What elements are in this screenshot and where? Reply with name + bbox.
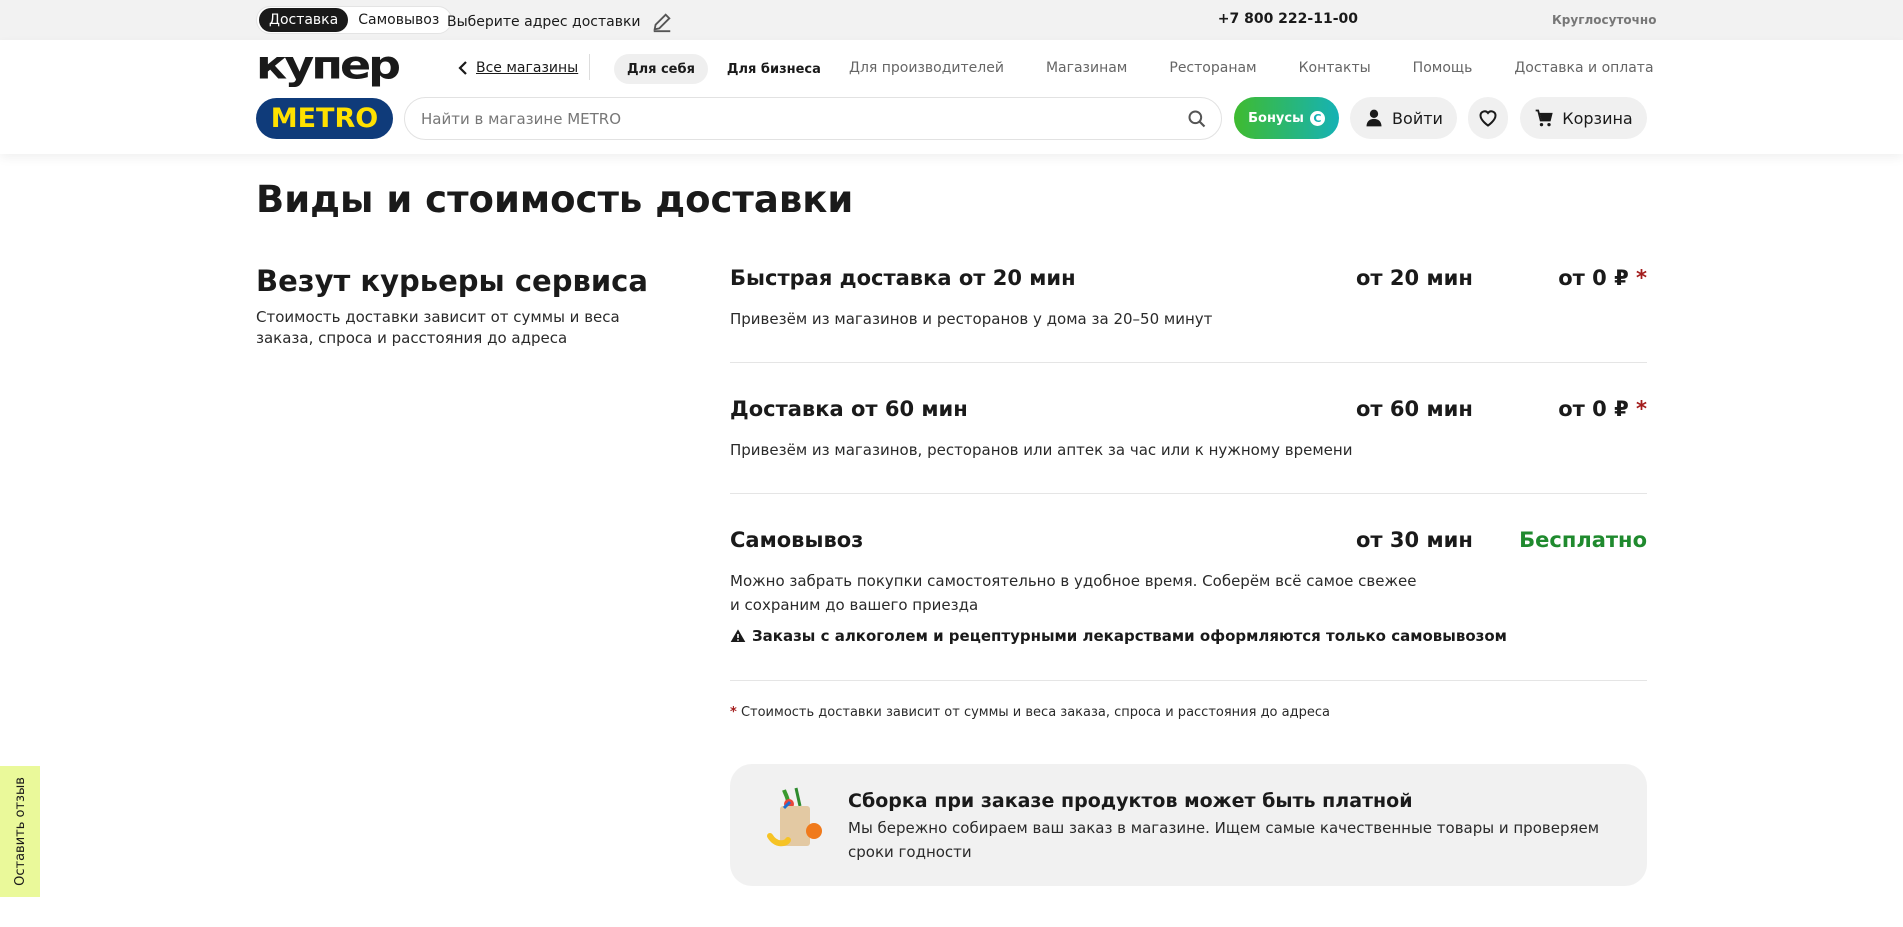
grocery-bag-icon [767,787,822,847]
feedback-tab[interactable]: Оставить отзыв [0,766,40,897]
option-time: от 30 мин [1356,528,1473,552]
option-description: Привезём из магазинов, ресторанов или ап… [730,441,1353,459]
header: купер Все магазины Для себя Для бизнеса … [0,40,1903,154]
support-hours: Круглосуточно [1552,13,1657,27]
mode-pickup[interactable]: Самовывоз [348,8,449,32]
info-description: Мы бережно собираем ваш заказ в магазине… [848,819,1600,861]
divider [730,493,1647,494]
main-nav: Для производителей Магазинам Ресторанам … [849,60,1654,76]
cart-button[interactable]: Корзина [1520,97,1647,139]
option-price: от 0 ₽ * [1558,397,1647,421]
all-stores-link[interactable]: Все магазины [458,60,578,76]
option-price: Бесплатно [1519,528,1647,552]
page-title: Виды и стоимость доставки [256,178,854,221]
option-description: Можно забрать покупки самостоятельно в у… [730,572,1417,614]
all-stores-label: Все магазины [476,60,579,76]
info-title: Сборка при заказе продуктов может быть п… [848,790,1413,812]
option-time: от 60 мин [1356,397,1473,421]
option-description: Привезём из магазинов и ресторанов у дом… [730,310,1213,328]
user-icon [1366,109,1382,127]
brand-logo[interactable]: купер [256,45,401,84]
warning-text: Заказы с алкоголем и рецептурными лекарс… [752,627,1507,645]
nav-stores[interactable]: Магазинам [1046,60,1127,76]
delivery-option-standard: Доставка от 60 мин от 60 мин от 0 ₽ * Пр… [730,397,1647,467]
warning-icon [730,629,746,642]
nav-producers[interactable]: Для производителей [849,60,1004,76]
delivery-option-pickup: Самовывоз от 30 мин Бесплатно Можно забр… [730,528,1647,658]
login-button[interactable]: Войти [1350,97,1457,139]
nav-restaurants[interactable]: Ресторанам [1169,60,1256,76]
option-title: Доставка от 60 мин [730,397,968,421]
search-input[interactable] [421,109,1121,128]
search-icon[interactable] [1187,109,1207,129]
option-title: Быстрая доставка от 20 мин [730,266,1076,290]
option-time: от 20 мин [1356,266,1473,290]
nav-help[interactable]: Помощь [1413,60,1473,76]
option-price: от 0 ₽ * [1558,266,1647,290]
divider [589,54,590,80]
favorites-button[interactable] [1468,97,1508,139]
tab-personal[interactable]: Для себя [614,54,708,84]
price-footnote: * Стоимость доставки зависит от суммы и … [730,705,1330,720]
divider [730,362,1647,363]
address-selector[interactable]: Выберите адрес доставки [447,11,673,33]
mode-delivery[interactable]: Доставка [259,8,349,32]
pencil-icon [652,13,671,33]
address-label: Выберите адрес доставки [447,14,641,30]
cart-label: Корзина [1562,108,1633,128]
section-title: Везут курьеры сервиса [256,264,648,298]
nav-delivery-payment[interactable]: Доставка и оплата [1514,60,1653,76]
search-bar [404,97,1222,140]
nav-contacts[interactable]: Контакты [1299,60,1371,76]
support-phone[interactable]: +7 800 222-11-00 [1218,11,1358,27]
tab-business[interactable]: Для бизнеса [714,54,834,84]
assembly-info-card: Сборка при заказе продуктов может быть п… [730,764,1647,886]
divider [730,680,1647,681]
login-label: Войти [1392,108,1443,128]
heart-icon [1479,110,1497,127]
delivery-mode-switch: Доставка Самовывоз [256,6,453,34]
option-title: Самовывоз [730,528,864,552]
bonus-label: Бонусы [1248,110,1304,126]
cart-icon [1535,109,1553,127]
audience-switch: Для себя Для бизнеса [614,54,834,84]
bonus-coin-icon: С [1309,110,1325,126]
store-badge[interactable]: METRO [256,98,393,139]
section-description: Стоимость доставки зависит от суммы и ве… [256,308,620,347]
bonus-button[interactable]: Бонусы С [1234,97,1339,139]
feedback-label: Оставить отзыв [12,777,28,886]
chevron-left-icon [458,61,467,75]
pickup-warning: Заказы с алкоголем и рецептурными лекарс… [730,627,1507,645]
delivery-option-fast: Быстрая доставка от 20 мин от 20 мин от … [730,266,1647,336]
top-bar: Доставка Самовывоз Выберите адрес достав… [0,0,1903,40]
